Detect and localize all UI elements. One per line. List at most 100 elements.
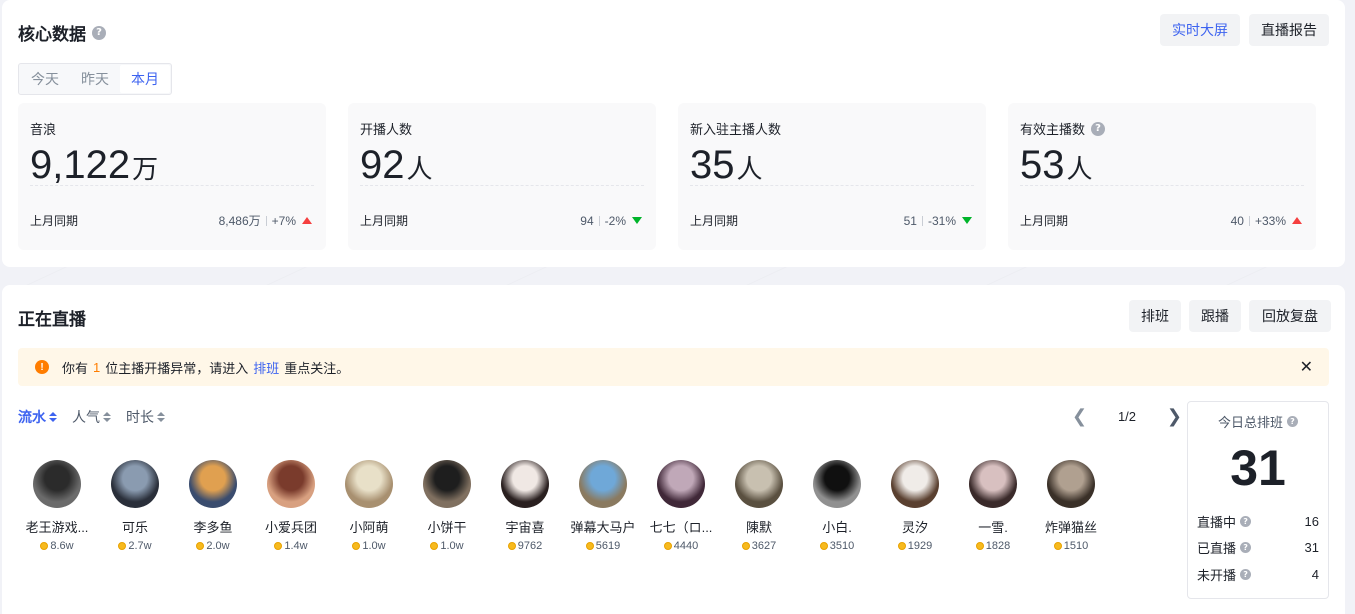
metric-label: 音浪 xyxy=(30,119,56,138)
sort-option[interactable]: 流水 xyxy=(18,407,57,427)
sort-option[interactable]: 时长 xyxy=(126,407,165,427)
anchor-score-value: 1510 xyxy=(1063,540,1089,552)
avatar[interactable] xyxy=(423,460,471,508)
sort-icon xyxy=(49,412,57,422)
core-data-card: 核心数据 ? 实时大屏 直播报告 今天 昨天 本月 音浪 9,122 万上月同期 8,… xyxy=(2,0,1345,267)
live-report-button[interactable]: 直播报告 xyxy=(1249,14,1329,46)
divider xyxy=(265,215,267,226)
trend-down-icon xyxy=(962,217,972,224)
help-icon[interactable]: ? xyxy=(1091,121,1106,136)
avatar[interactable] xyxy=(657,460,705,508)
metric-label-text: 新入驻主播人数 xyxy=(690,122,782,137)
alert-schedule-link[interactable]: 排班 xyxy=(253,358,279,377)
tab-today[interactable]: 今天 xyxy=(20,65,70,93)
metric-number: 35 xyxy=(690,143,735,187)
avatar[interactable] xyxy=(189,460,237,508)
anchor-item[interactable]: 小爱兵团 1.4w xyxy=(252,460,330,552)
anchor-item[interactable]: 宇宙喜 9762 xyxy=(486,460,564,552)
avatar[interactable] xyxy=(111,460,159,508)
anchor-score-value: 1.0w xyxy=(440,540,464,552)
chevron-left-icon[interactable]: ❮ xyxy=(1072,407,1087,425)
anchor-name: 小阿萌 xyxy=(349,520,389,535)
alert-prefix: 你有 xyxy=(62,360,89,376)
alert-middle: 位主播开播异常，请进入 xyxy=(105,360,249,376)
metric-label: 有效主播数? xyxy=(1020,119,1106,138)
help-icon[interactable]: ? xyxy=(1240,542,1252,553)
avatar[interactable] xyxy=(501,460,549,508)
metric-label: 开播人数 xyxy=(360,119,412,138)
anchor-score-value: 1.0w xyxy=(362,540,386,552)
rank-row-pending: 未开播? 4 xyxy=(1197,565,1319,584)
avatar[interactable] xyxy=(969,460,1017,508)
anchor-item[interactable]: 小白. 3510 xyxy=(798,460,876,552)
anchor-name: 小饼干 xyxy=(427,520,467,535)
avatar[interactable] xyxy=(1047,460,1095,508)
anchor-score: 8.6w xyxy=(40,540,74,552)
avatar[interactable] xyxy=(891,460,939,508)
anchor-item[interactable]: 炸弹猫丝 1510 xyxy=(1032,460,1110,552)
tab-this-month[interactable]: 本月 xyxy=(120,65,170,93)
tab-yesterday[interactable]: 昨天 xyxy=(70,65,120,93)
anchor-item[interactable]: 可乐 2.7w xyxy=(96,460,174,552)
compare-label: 上月同期 xyxy=(360,214,409,228)
chevron-right-icon[interactable]: ❯ xyxy=(1167,407,1182,425)
schedule-button[interactable]: 排班 xyxy=(1129,300,1181,332)
warning-icon: ! xyxy=(35,360,49,374)
alert-suffix: 重点关注。 xyxy=(284,360,350,376)
avatar[interactable] xyxy=(813,460,861,508)
anchor-item[interactable]: 老王游戏... 8.6w xyxy=(18,460,96,552)
anchor-item[interactable]: 一雪. 1828 xyxy=(954,460,1032,552)
coin-icon xyxy=(741,542,750,550)
metric-number: 9,122 xyxy=(30,143,131,187)
anchor-name: 陳默 xyxy=(745,520,772,535)
divider xyxy=(1248,215,1250,226)
change-percent: -31% xyxy=(927,213,956,228)
help-icon[interactable]: ? xyxy=(92,25,106,40)
avatar[interactable] xyxy=(579,460,627,508)
avatar[interactable] xyxy=(735,460,783,508)
anchor-score-value: 1929 xyxy=(907,540,933,552)
avatar[interactable] xyxy=(267,460,315,508)
anchor-name: 老王游戏... xyxy=(25,520,89,535)
anchor-score-value: 9762 xyxy=(517,540,543,552)
previous-value: 8,486万 xyxy=(218,214,261,228)
anchor-name: 李多鱼 xyxy=(193,520,233,535)
close-icon[interactable]: ✕ xyxy=(1300,357,1313,377)
anchor-item[interactable]: 小阿萌 1.0w xyxy=(330,460,408,552)
anchor-name: 弹幕大马户 xyxy=(570,520,636,535)
anchor-item[interactable]: 弹幕大马户 5619 xyxy=(564,460,642,552)
follow-stream-button[interactable]: 跟播 xyxy=(1189,300,1241,332)
realtime-screen-button[interactable]: 实时大屏 xyxy=(1160,14,1240,46)
metric-compare: 上月同期 8,486万 +7% xyxy=(30,212,312,229)
anchor-item[interactable]: 七七（ロ... 4440 xyxy=(642,460,720,552)
coin-icon xyxy=(352,542,361,550)
trend-up-icon xyxy=(302,217,312,224)
anchor-score-value: 2.7w xyxy=(128,540,152,552)
help-icon[interactable]: ? xyxy=(1287,416,1298,427)
avatar[interactable] xyxy=(345,460,393,508)
coin-icon xyxy=(819,542,828,550)
help-icon[interactable]: ? xyxy=(1240,516,1252,527)
anchor-item[interactable]: 小饼干 1.0w xyxy=(408,460,486,552)
divider xyxy=(921,215,923,226)
coin-icon xyxy=(975,542,984,550)
anchor-score-value: 1828 xyxy=(985,540,1011,552)
live-now-title: 正在直播 xyxy=(18,310,86,329)
sort-option[interactable]: 人气 xyxy=(72,407,111,427)
anchor-score-value: 2.0w xyxy=(206,540,230,552)
avatar[interactable] xyxy=(33,460,81,508)
anchor-score: 2.0w xyxy=(196,540,230,552)
change-percent: +33% xyxy=(1254,213,1286,228)
anchor-score: 3510 xyxy=(819,540,854,552)
replay-review-button[interactable]: 回放复盘 xyxy=(1249,300,1331,332)
anchor-item[interactable]: 李多鱼 2.0w xyxy=(174,460,252,552)
anchor-item[interactable]: 陳默 3627 xyxy=(720,460,798,552)
anchor-score: 9762 xyxy=(507,540,543,552)
help-icon[interactable]: ? xyxy=(1240,569,1252,580)
rank-title-text: 今日总排班 xyxy=(1217,415,1283,430)
sort-label: 人气 xyxy=(72,409,100,425)
anchor-item[interactable]: 灵汐 1929 xyxy=(876,460,954,552)
rank-title: 今日总排班 ? xyxy=(1188,412,1328,431)
anomaly-alert: ! 你有 1 位主播开播异常，请进入 排班 重点关注。 ✕ xyxy=(18,348,1329,386)
core-data-title-text: 核心数据 xyxy=(18,25,86,44)
